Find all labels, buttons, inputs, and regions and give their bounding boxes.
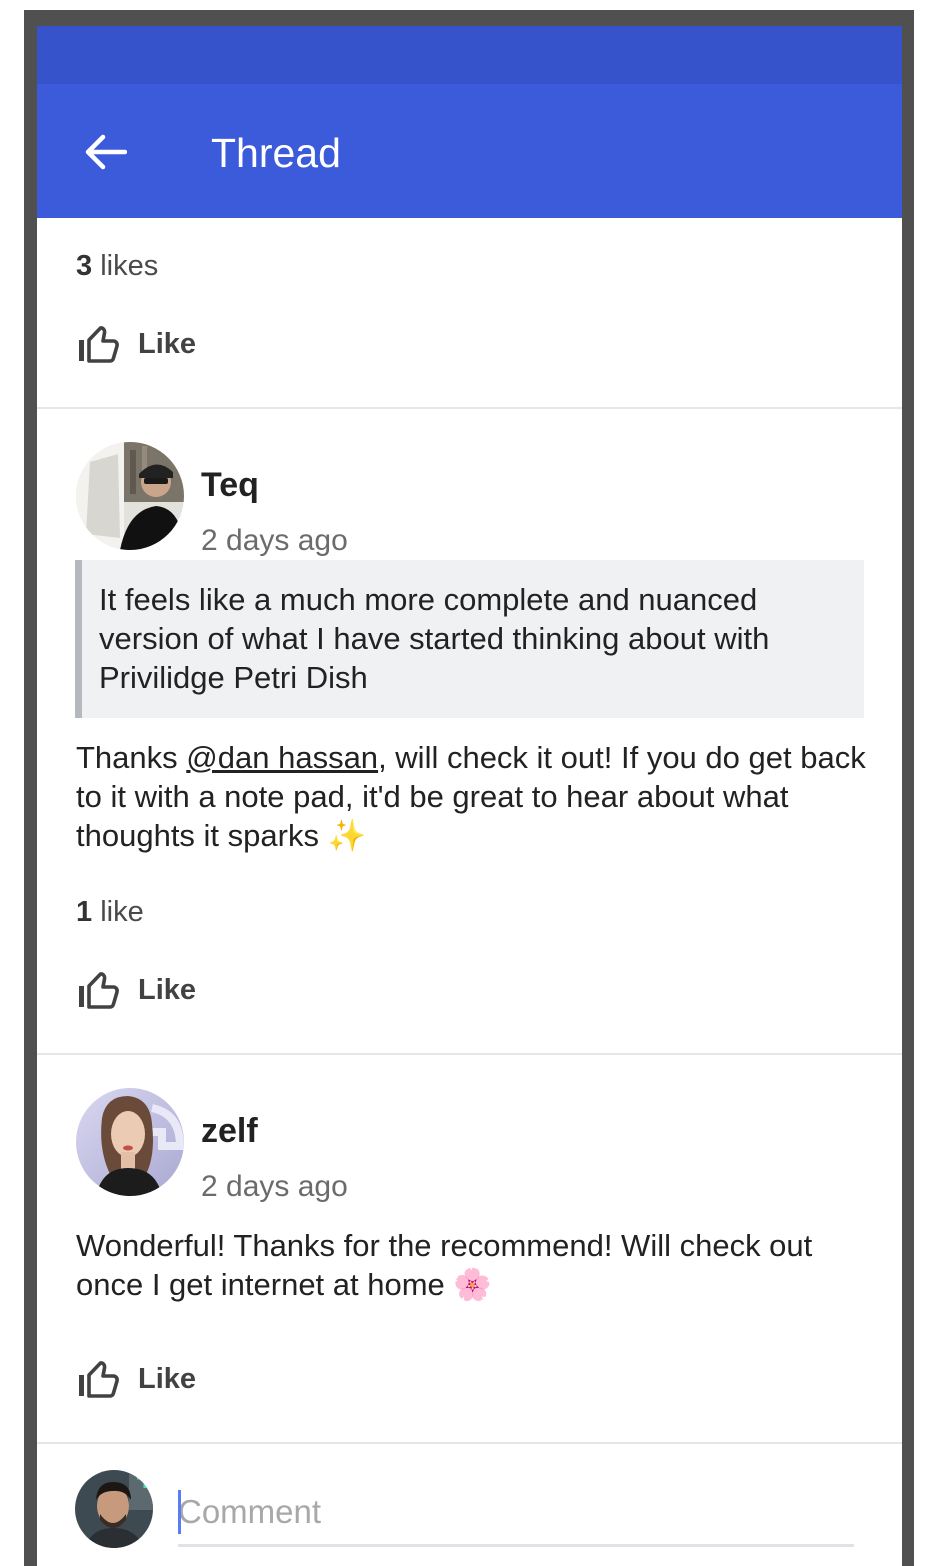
comment-author[interactable]: zelf xyxy=(201,1112,258,1151)
status-bar xyxy=(37,26,902,84)
back-button[interactable] xyxy=(77,126,133,178)
comment-body: Thanks @dan hassan, will check it out! I… xyxy=(76,738,866,855)
comment-likes-count: 1 like xyxy=(76,896,144,929)
like-button-label: Like xyxy=(138,327,197,360)
quoted-text: It feels like a much more complete and n… xyxy=(75,560,864,718)
current-user-avatar[interactable] xyxy=(75,1470,153,1548)
comment-like-button[interactable]: Like xyxy=(76,968,196,1012)
comment-likes-number: 1 xyxy=(76,896,93,928)
post-likes-number: 3 xyxy=(76,250,93,282)
post-likes-count: 3 likes xyxy=(76,250,158,283)
avatar[interactable] xyxy=(76,1088,184,1196)
divider xyxy=(37,1053,902,1055)
thumbs-up-icon xyxy=(79,326,119,363)
text-cursor xyxy=(178,1490,181,1534)
arrow-left-icon xyxy=(85,134,127,170)
thumbs-up-icon xyxy=(79,1361,119,1398)
comment-author[interactable]: Teq xyxy=(201,466,259,505)
like-button-label: Like xyxy=(138,973,197,1006)
comment-input[interactable] xyxy=(178,1480,854,1547)
screen: Thread 3 likes Like Teq 2 days ago It fe… xyxy=(37,26,902,1566)
page: Thread 3 likes Like Teq 2 days ago It fe… xyxy=(0,0,926,1566)
divider xyxy=(37,407,902,409)
like-button-label: Like xyxy=(138,1362,197,1395)
user-mention-link[interactable]: @dan hassan xyxy=(186,740,378,775)
comment-likes-label: like xyxy=(92,896,144,928)
phone-frame: Thread 3 likes Like Teq 2 days ago It fe… xyxy=(24,10,914,1566)
avatar-image xyxy=(76,1088,184,1196)
thumbs-up-icon xyxy=(79,972,119,1009)
comment-timestamp: 2 days ago xyxy=(201,524,348,557)
comment-timestamp: 2 days ago xyxy=(201,1170,348,1203)
page-title: Thread xyxy=(211,130,341,176)
avatar-image xyxy=(75,1470,153,1548)
post-like-button[interactable]: Like xyxy=(76,322,196,366)
comment-body: Wonderful! Thanks for the recommend! Wil… xyxy=(76,1228,813,1302)
comment-like-button[interactable]: Like xyxy=(76,1357,196,1401)
post-likes-label: likes xyxy=(92,250,159,282)
comment-composer xyxy=(37,1444,902,1566)
avatar-image xyxy=(76,442,184,550)
app-bar: Thread xyxy=(37,84,902,218)
comment-text-before: Thanks xyxy=(76,740,187,775)
avatar[interactable] xyxy=(76,442,184,550)
